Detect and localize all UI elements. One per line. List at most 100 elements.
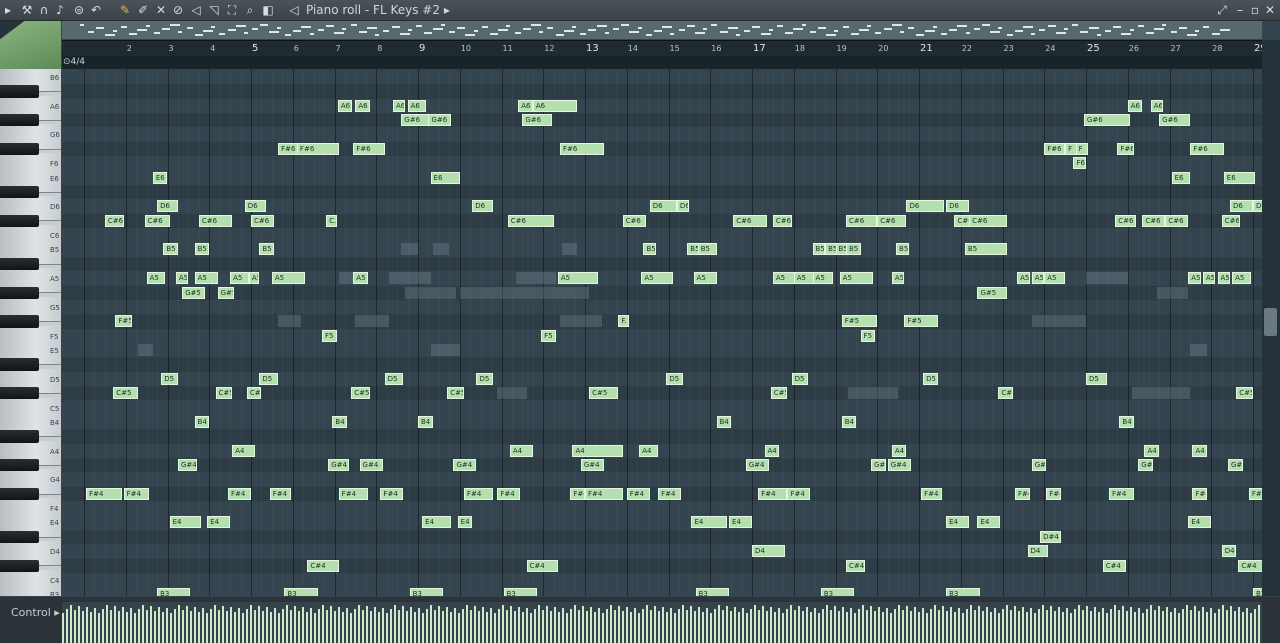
velocity-bar[interactable]: [826, 605, 828, 643]
note[interactable]: D4: [1221, 545, 1237, 558]
note[interactable]: B5: [896, 243, 909, 256]
velocity-bar[interactable]: [914, 607, 916, 643]
velocity-bar[interactable]: [870, 606, 872, 643]
vertical-scrollbar[interactable]: [1262, 40, 1280, 596]
velocity-bar[interactable]: [1002, 609, 1004, 643]
velocity-bar[interactable]: [1098, 612, 1100, 643]
velocity-bar[interactable]: [522, 612, 524, 643]
velocity-bar[interactable]: [470, 610, 472, 643]
velocity-bar[interactable]: [1006, 605, 1008, 643]
velocity-bar[interactable]: [866, 610, 868, 643]
velocity-bar[interactable]: [506, 610, 508, 643]
note[interactable]: B3: [946, 588, 980, 596]
velocity-bar[interactable]: [570, 609, 572, 643]
velocity-bar[interactable]: [834, 606, 836, 643]
velocity-bar[interactable]: [430, 605, 432, 643]
note[interactable]: F#6: [1044, 142, 1066, 155]
note[interactable]: C#5: [113, 387, 139, 400]
note[interactable]: A6: [1150, 99, 1164, 112]
note[interactable]: D6: [157, 200, 178, 213]
velocity-bar[interactable]: [1018, 611, 1020, 643]
note[interactable]: D5: [1086, 372, 1107, 385]
note[interactable]: G#4: [1031, 458, 1047, 471]
velocity-bar[interactable]: [1050, 606, 1052, 643]
velocity-bar[interactable]: [714, 609, 716, 643]
note[interactable]: C#5: [246, 387, 262, 400]
velocity-bar[interactable]: [1030, 608, 1032, 643]
note[interactable]: F#4: [787, 487, 811, 500]
note[interactable]: B3: [695, 588, 730, 596]
piano-keyboard[interactable]: B6 A6 G6 F6 E6 D6 C6 B5 A5 G5 F5 E5 D5 C5 B4 A4 G4 F4 E4 D4…: [0, 69, 61, 596]
velocity-bar[interactable]: [370, 611, 372, 643]
note[interactable]: D5: [476, 372, 494, 385]
velocity-bar[interactable]: [190, 611, 192, 643]
overview-strip[interactable]: [62, 21, 1262, 39]
velocity-bar[interactable]: [1010, 610, 1012, 643]
velocity-bar[interactable]: [298, 611, 300, 643]
velocity-bar[interactable]: [414, 612, 416, 643]
note[interactable]: C#5: [589, 387, 619, 400]
velocity-bar[interactable]: [998, 613, 1000, 643]
note[interactable]: C.: [326, 214, 337, 227]
velocity-bar[interactable]: [382, 608, 384, 643]
velocity-bar[interactable]: [426, 609, 428, 643]
velocity-bar[interactable]: [950, 607, 952, 643]
velocity-bar[interactable]: [606, 609, 608, 643]
note[interactable]: F#6: [296, 142, 339, 155]
black-key[interactable]: [0, 387, 39, 400]
velocity-bar[interactable]: [934, 605, 936, 643]
velocity-bar[interactable]: [810, 612, 812, 643]
note[interactable]: E4: [422, 516, 452, 529]
note[interactable]: C#6: [733, 214, 767, 227]
maximize-icon[interactable]: ▫: [1249, 2, 1261, 18]
velocity-bar[interactable]: [786, 609, 788, 643]
note[interactable]: A4: [232, 444, 256, 457]
mute-tool-icon[interactable]: ⊘: [172, 2, 184, 18]
velocity-bar[interactable]: [1218, 609, 1220, 643]
note[interactable]: B3: [409, 588, 444, 596]
velocity-bar[interactable]: [1046, 610, 1048, 643]
velocity-bar[interactable]: [670, 608, 672, 643]
note[interactable]: F#5: [904, 315, 938, 328]
velocity-bar[interactable]: [814, 608, 816, 643]
velocity-bar[interactable]: [1158, 606, 1160, 643]
velocity-bar[interactable]: [254, 610, 256, 643]
velocity-bar[interactable]: [358, 605, 360, 643]
velocity-bar[interactable]: [122, 607, 124, 643]
velocity-bar[interactable]: [854, 613, 856, 643]
note[interactable]: G#4: [580, 458, 604, 471]
note[interactable]: E4: [1188, 516, 1212, 529]
note[interactable]: D6: [1230, 200, 1253, 213]
velocity-bar[interactable]: [986, 607, 988, 643]
velocity-bar[interactable]: [1066, 608, 1068, 643]
velocity-bar[interactable]: [802, 611, 804, 643]
velocity-bar[interactable]: [214, 605, 216, 643]
velocity-bar[interactable]: [342, 612, 344, 643]
note[interactable]: F#4: [463, 487, 494, 500]
velocity-bar[interactable]: [202, 608, 204, 643]
note[interactable]: C#6: [1115, 214, 1137, 227]
note[interactable]: F.: [618, 315, 629, 328]
note[interactable]: F#4: [1192, 487, 1208, 500]
velocity-bar[interactable]: [1022, 607, 1024, 643]
velocity-bar[interactable]: [678, 609, 680, 643]
velocity-bar[interactable]: [846, 612, 848, 643]
delete-tool-icon[interactable]: ✕: [154, 2, 168, 18]
velocity-bar[interactable]: [858, 609, 860, 643]
black-key[interactable]: [0, 315, 39, 328]
velocity-bar[interactable]: [62, 613, 64, 643]
velocity-bar[interactable]: [126, 612, 128, 643]
black-key[interactable]: [0, 286, 39, 299]
note[interactable]: D6: [244, 200, 266, 213]
velocity-bar[interactable]: [1226, 610, 1228, 643]
velocity-bar[interactable]: [210, 609, 212, 643]
note[interactable]: G#5: [182, 286, 206, 299]
velocity-bar[interactable]: [774, 612, 776, 643]
velocity-bar[interactable]: [1110, 609, 1112, 643]
velocity-bar[interactable]: [1138, 608, 1140, 643]
velocity-bar[interactable]: [418, 608, 420, 643]
velocity-bar[interactable]: [398, 610, 400, 643]
note[interactable]: C#6: [251, 214, 274, 227]
velocity-bar[interactable]: [894, 609, 896, 643]
velocity-bar[interactable]: [1190, 610, 1192, 643]
